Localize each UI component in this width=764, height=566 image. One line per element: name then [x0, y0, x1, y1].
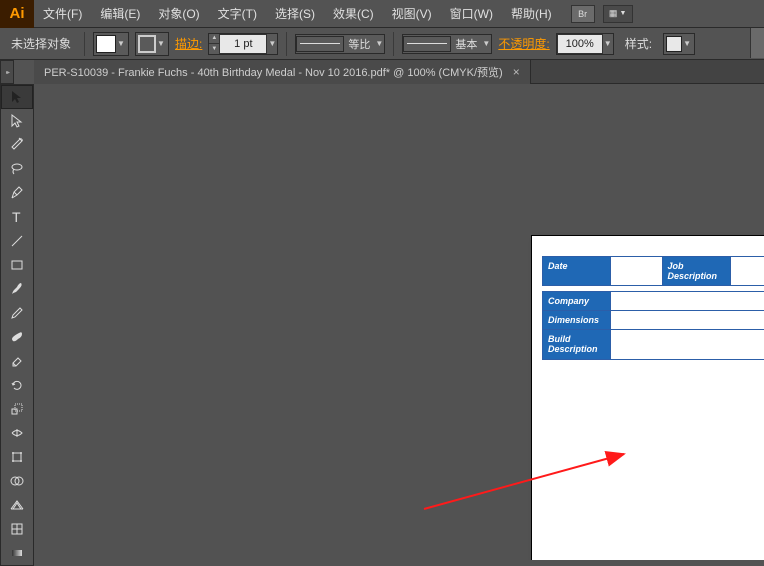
- stroke-swatch[interactable]: ▼: [135, 32, 169, 56]
- svg-text:T: T: [12, 209, 21, 225]
- menu-view[interactable]: 视图(V): [383, 0, 441, 28]
- selection-status: 未选择对象: [6, 32, 76, 55]
- separator: [286, 32, 287, 56]
- rotate-tool[interactable]: [1, 373, 33, 397]
- pen-tool[interactable]: [1, 181, 33, 205]
- label-job: Job Description: [662, 257, 730, 286]
- field-company: [611, 292, 764, 311]
- width-tool[interactable]: [1, 421, 33, 445]
- form-table: Date Job Description Company Dimensions …: [542, 256, 764, 360]
- separator: [84, 32, 85, 56]
- magic-wand-tool[interactable]: [1, 133, 33, 157]
- collapsed-panel-toggle[interactable]: [0, 60, 14, 84]
- field-dimensions: [611, 311, 764, 330]
- menu-effect[interactable]: 效果(C): [324, 0, 383, 28]
- line-tool[interactable]: [1, 229, 33, 253]
- stroke-weight-dropdown[interactable]: ▼: [267, 34, 277, 54]
- tool-palette: T: [0, 84, 34, 566]
- field-build: [611, 330, 764, 360]
- menu-bar: Ai 文件(F) 编辑(E) 对象(O) 文字(T) 选择(S) 效果(C) 视…: [0, 0, 764, 28]
- fill-swatch[interactable]: ▼: [93, 32, 129, 56]
- artboard[interactable]: Date Job Description Company Dimensions …: [532, 236, 764, 560]
- style-label: 样式:: [620, 32, 657, 55]
- separator: [393, 32, 394, 56]
- app-logo: Ai: [0, 0, 34, 28]
- paintbrush-tool[interactable]: [1, 277, 33, 301]
- menu-edit[interactable]: 编辑(E): [91, 0, 149, 28]
- options-bar: 未选择对象 ▼ ▼ 描边: ▲ ▼ 1 pt ▼ 等比 ▼ 基本 ▼ 不透明度:…: [0, 28, 764, 60]
- label-company: Company: [543, 292, 611, 311]
- eraser-tool[interactable]: [1, 349, 33, 373]
- direct-selection-tool[interactable]: [1, 109, 33, 133]
- stroke-weight-input[interactable]: 1 pt: [219, 34, 267, 54]
- stroke-label[interactable]: 描边:: [175, 35, 202, 52]
- options-overflow[interactable]: [750, 28, 764, 58]
- stroke-weight-down[interactable]: ▼: [209, 44, 219, 54]
- menu-file[interactable]: 文件(F): [34, 0, 91, 28]
- brush-combo[interactable]: 基本 ▼: [402, 34, 492, 54]
- bridge-button[interactable]: Br: [571, 5, 595, 23]
- menu-object[interactable]: 对象(O): [149, 0, 208, 28]
- perspective-grid-tool[interactable]: [1, 493, 33, 517]
- lasso-tool[interactable]: [1, 157, 33, 181]
- menu-type[interactable]: 文字(T): [209, 0, 266, 28]
- opacity-dropdown[interactable]: ▼: [603, 34, 613, 54]
- menu-window[interactable]: 窗口(W): [441, 0, 502, 28]
- label-date: Date: [543, 257, 611, 286]
- blob-brush-tool[interactable]: [1, 325, 33, 349]
- opacity-input[interactable]: 100%: [557, 34, 603, 54]
- field-date: [611, 257, 663, 286]
- gradient-tool[interactable]: [1, 541, 33, 565]
- free-transform-tool[interactable]: [1, 445, 33, 469]
- canvas-area[interactable]: Date Job Description Company Dimensions …: [34, 84, 764, 560]
- opacity-label[interactable]: 不透明度:: [498, 35, 549, 52]
- document-tab-title: PER-S10039 - Frankie Fuchs - 40th Birthd…: [44, 64, 503, 80]
- menu-help[interactable]: 帮助(H): [502, 0, 561, 28]
- style-swatch[interactable]: ▼: [663, 33, 695, 55]
- document-tab[interactable]: PER-S10039 - Frankie Fuchs - 40th Birthd…: [34, 60, 531, 84]
- menu-select[interactable]: 选择(S): [266, 0, 324, 28]
- stroke-weight-up[interactable]: ▲: [209, 34, 219, 45]
- mesh-tool[interactable]: [1, 517, 33, 541]
- selection-tool[interactable]: [1, 85, 33, 109]
- width-profile-combo[interactable]: 等比 ▼: [295, 34, 385, 54]
- workspace-switcher[interactable]: ▦▼: [603, 5, 633, 23]
- close-tab-icon[interactable]: ×: [513, 65, 520, 79]
- shape-builder-tool[interactable]: [1, 469, 33, 493]
- rectangle-tool[interactable]: [1, 253, 33, 277]
- label-dimensions: Dimensions: [543, 311, 611, 330]
- pencil-tool[interactable]: [1, 301, 33, 325]
- scale-tool[interactable]: [1, 397, 33, 421]
- label-build: Build Description: [543, 330, 611, 360]
- type-tool[interactable]: T: [1, 205, 33, 229]
- field-job: [730, 257, 764, 286]
- document-tab-bar: PER-S10039 - Frankie Fuchs - 40th Birthd…: [34, 60, 764, 84]
